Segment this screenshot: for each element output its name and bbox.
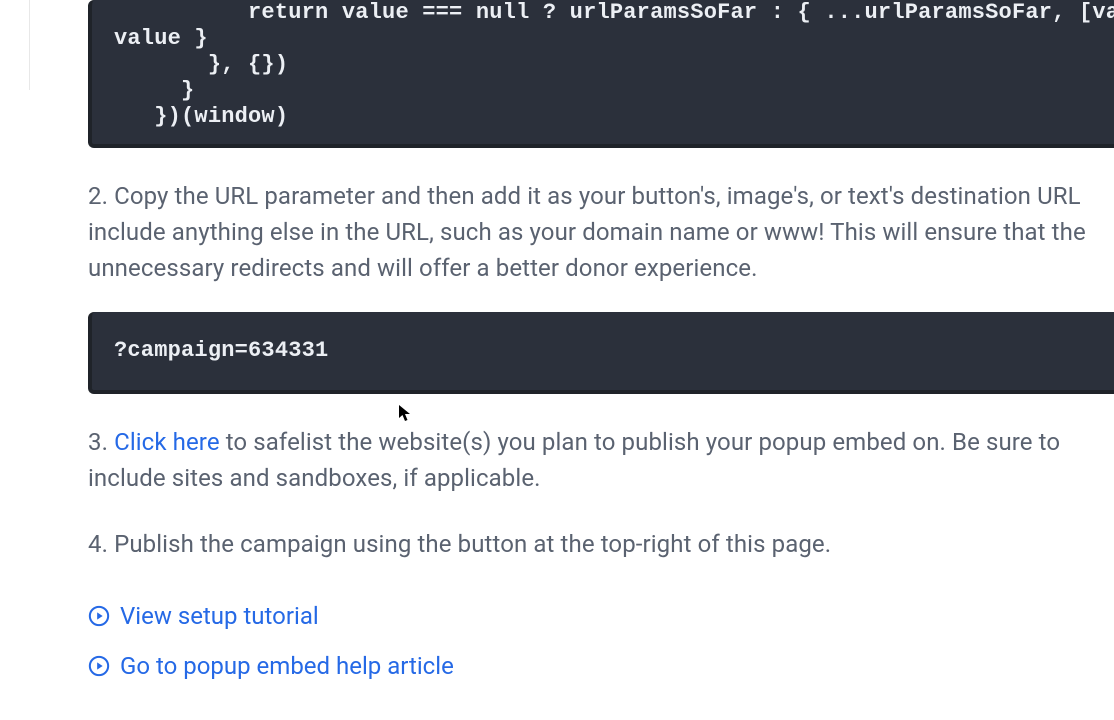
step-3-number: 3. bbox=[88, 428, 108, 456]
play-circle-icon bbox=[88, 605, 110, 627]
step-2-number: 2. bbox=[88, 182, 108, 210]
view-setup-tutorial-link[interactable]: View setup tutorial bbox=[88, 598, 1114, 634]
left-rail bbox=[0, 0, 30, 90]
click-here-link[interactable]: Click here bbox=[114, 428, 220, 456]
step-2: 2. Copy the URL parameter and then add i… bbox=[88, 178, 1114, 286]
step-3-text: to safelist the website(s) you plan to p… bbox=[88, 428, 1060, 492]
help-article-link-label: Go to popup embed help article bbox=[120, 648, 454, 684]
step-4: 4. Publish the campaign using the button… bbox=[88, 526, 1114, 562]
url-param-text: ?campaign=634331 bbox=[114, 338, 1114, 364]
help-article-link[interactable]: Go to popup embed help article bbox=[88, 648, 1114, 684]
code-block-snippet: return value === null ? urlParamsSoFar :… bbox=[88, 0, 1114, 148]
help-links: View setup tutorial Go to popup embed he… bbox=[88, 598, 1114, 684]
step-3: 3. Click here to safelist the website(s)… bbox=[88, 424, 1114, 496]
code-block-url-param: ?campaign=634331 bbox=[88, 312, 1114, 394]
instructions-content: return value === null ? urlParamsSoFar :… bbox=[88, 0, 1114, 698]
step-4-number: 4. bbox=[88, 530, 108, 558]
step-4-text: Publish the campaign using the button at… bbox=[114, 530, 831, 558]
step-2-text: Copy the URL parameter and then add it a… bbox=[88, 182, 1086, 282]
play-circle-icon bbox=[88, 655, 110, 677]
tutorial-link-label: View setup tutorial bbox=[120, 598, 319, 634]
code-snippet-text: return value === null ? urlParamsSoFar :… bbox=[114, 0, 1114, 130]
